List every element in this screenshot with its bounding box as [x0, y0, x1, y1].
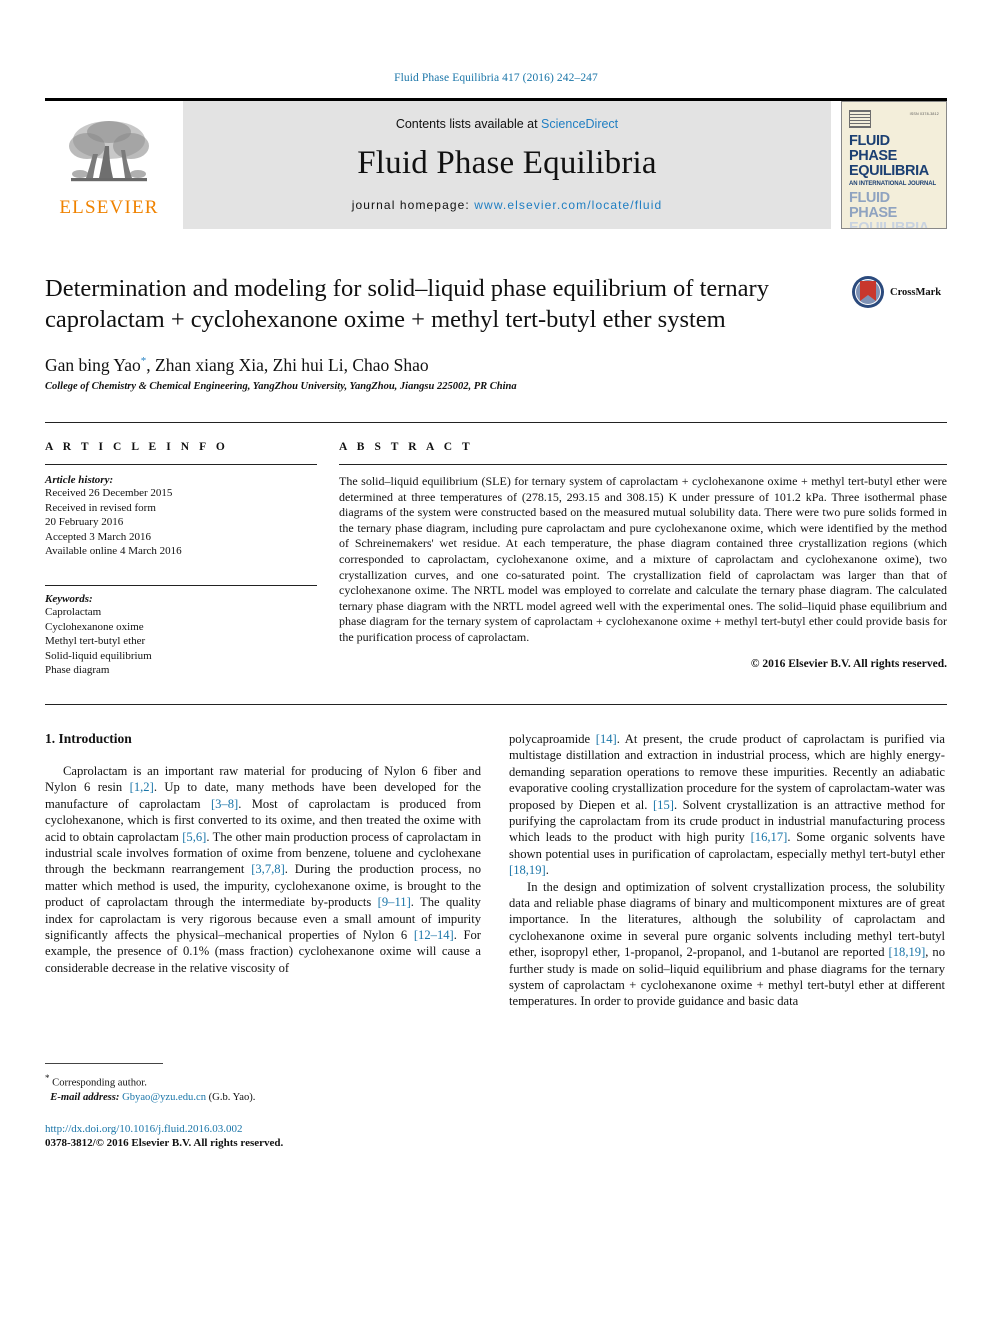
journal-homepage-line: journal homepage: www.elsevier.com/locat…: [352, 198, 663, 212]
journal-masthead: ELSEVIER Contents lists available at Sci…: [45, 98, 947, 229]
history-line: Accepted 3 March 2016: [45, 530, 151, 543]
citation-link[interactable]: [1,2]: [130, 780, 154, 794]
intro-paragraph-left: Caprolactam is an important raw material…: [45, 763, 481, 976]
intro-paragraph-right-2: In the design and optimization of solven…: [509, 879, 945, 1010]
citation-link[interactable]: [18,19]: [889, 945, 926, 959]
cover-subtitle: AN INTERNATIONAL JOURNAL: [849, 181, 937, 187]
footnote-block: * Corresponding author. E-mail address: …: [45, 1063, 481, 1151]
article-info-heading: A R T I C L E I N F O: [45, 441, 229, 453]
contents-available-line: Contents lists available at ScienceDirec…: [396, 117, 618, 131]
abstract-text: The solid–liquid equilibrium (SLE) for t…: [339, 474, 947, 644]
abstract-column: A B S T R A C T The solid–liquid equilib…: [339, 441, 947, 678]
email-link[interactable]: Gbyao@yzu.edu.cn: [122, 1092, 206, 1103]
footnote-divider: [45, 1063, 163, 1065]
email-note: E-mail address: Gbyao@yzu.edu.cn (G.b. Y…: [45, 1091, 481, 1105]
keyword-item: Solid-liquid equilibrium: [45, 649, 152, 662]
contents-prefix: Contents lists available at: [395, 116, 542, 131]
email-suffix: (G.b. Yao).: [206, 1091, 256, 1103]
abstract-copyright: © 2016 Elsevier B.V. All rights reserved…: [750, 657, 947, 670]
body-column-right: polycaproamide [14]. At present, the cru…: [509, 731, 945, 1151]
affiliation: College of Chemistry & Chemical Engineer…: [45, 381, 517, 392]
crossmark-badge[interactable]: CrossMark: [851, 275, 947, 309]
history-line: 20 February 2016: [45, 516, 124, 529]
citation-link[interactable]: [9–11]: [378, 895, 411, 909]
author-list: Gan bing Yao*, Zhan xiang Xia, Zhi hui L…: [45, 355, 947, 376]
citation-link[interactable]: [12–14]: [414, 928, 454, 942]
elsevier-tree-icon: [69, 120, 149, 181]
abstract-divider: [339, 464, 947, 465]
citation-link[interactable]: [18,19]: [509, 863, 546, 877]
corresponding-author-name: Gan bing Yao: [45, 355, 141, 375]
keyword-item: Cyclohexanone oxime: [45, 620, 144, 633]
homepage-url-link[interactable]: www.elsevier.com/locate/fluid: [474, 198, 662, 212]
title-block: Determination and modeling for solid–liq…: [45, 273, 947, 335]
body-columns: 1. Introduction Caprolactam is an import…: [45, 731, 947, 1151]
intro-text: In the design and optimization of solven…: [509, 879, 945, 960]
keyword-item: Methyl tert-butyl ether: [45, 635, 146, 648]
footnote-marker: *: [45, 1073, 50, 1084]
citation-link[interactable]: [3,7,8]: [251, 862, 285, 876]
citation-link[interactable]: [15]: [653, 798, 674, 812]
cover-title-line-2: EQUILIBRIA: [849, 163, 929, 179]
cover-elsevier-icon: [849, 110, 871, 128]
doi-link[interactable]: http://dx.doi.org/10.1016/j.fluid.2016.0…: [45, 1122, 481, 1137]
issn-copyright: 0378-3812/© 2016 Elsevier B.V. All right…: [45, 1137, 284, 1150]
history-line: Received 26 December 2015: [45, 487, 173, 499]
keywords-label: Keywords:: [45, 592, 93, 605]
keywords-block: Keywords: Caprolactam Cyclohexanone oxim…: [45, 584, 317, 678]
keyword-item: Caprolactam: [45, 605, 102, 618]
crossmark-icon: [852, 276, 884, 308]
body-column-left: 1. Introduction Caprolactam is an import…: [45, 731, 481, 1151]
sciencedirect-link[interactable]: ScienceDirect: [541, 117, 618, 131]
cover-title-line-1: FLUID PHASE: [849, 133, 897, 164]
homepage-prefix: journal homepage:: [351, 197, 475, 212]
cover-ghost-line-1: FLUID PHASE: [849, 190, 897, 221]
section-heading-introduction: 1. Introduction: [45, 730, 132, 746]
citation-link[interactable]: [3–8]: [211, 797, 238, 811]
history-line: Received in revised form: [45, 501, 156, 514]
elsevier-wordmark: ELSEVIER: [59, 196, 159, 218]
intro-text: polycaproamide: [509, 731, 596, 746]
info-abstract-section: A R T I C L E I N F O Article history: R…: [45, 422, 947, 678]
corresponding-author-note: * Corresponding author.: [45, 1071, 481, 1091]
body-divider: [45, 703, 947, 705]
journal-title: Fluid Phase Equilibria: [357, 144, 657, 181]
article-history-label: Article history:: [45, 474, 114, 486]
intro-paragraph-right-1: polycaproamide [14]. At present, the cru…: [509, 731, 945, 879]
keyword-item: Phase diagram: [45, 664, 110, 677]
running-head: Fluid Phase Equilibria 417 (2016) 242–24…: [394, 72, 598, 84]
history-line: Available online 4 March 2016: [45, 545, 182, 558]
corresponding-author-text: Corresponding author.: [52, 1077, 147, 1089]
email-label: E-mail address:: [50, 1091, 120, 1103]
crossmark-label: CrossMark: [890, 286, 942, 298]
page-title: Determination and modeling for solid–liq…: [45, 275, 769, 333]
doi-block: http://dx.doi.org/10.1016/j.fluid.2016.0…: [45, 1122, 481, 1151]
citation-link[interactable]: [5,6]: [182, 830, 206, 844]
citation-link[interactable]: [16,17]: [751, 830, 788, 844]
article-info-column: A R T I C L E I N F O Article history: R…: [45, 441, 317, 678]
info-divider: [45, 464, 317, 465]
cover-header-row: ISSN 0378-3812: [849, 110, 939, 128]
journal-cover-thumbnail[interactable]: ISSN 0378-3812 FLUID PHASE EQUILIBRIA AN…: [841, 101, 947, 229]
intro-text: .: [545, 863, 549, 878]
citation-link[interactable]: [14]: [596, 732, 617, 746]
cover-issn-text: ISSN 0378-3812: [909, 112, 939, 116]
author-list-rest: , Zhan xiang Xia, Zhi hui Li, Chao Shao: [146, 355, 429, 375]
elsevier-logo[interactable]: ELSEVIER: [45, 101, 173, 229]
masthead-center: Contents lists available at ScienceDirec…: [183, 101, 831, 229]
keywords-divider: [45, 584, 317, 586]
article-page: Fluid Phase Equilibria 417 (2016) 242–24…: [0, 0, 992, 1323]
cover-ghost-line-2: EQUILIBRIA: [849, 220, 929, 229]
abstract-heading: A B S T R A C T: [339, 441, 474, 453]
